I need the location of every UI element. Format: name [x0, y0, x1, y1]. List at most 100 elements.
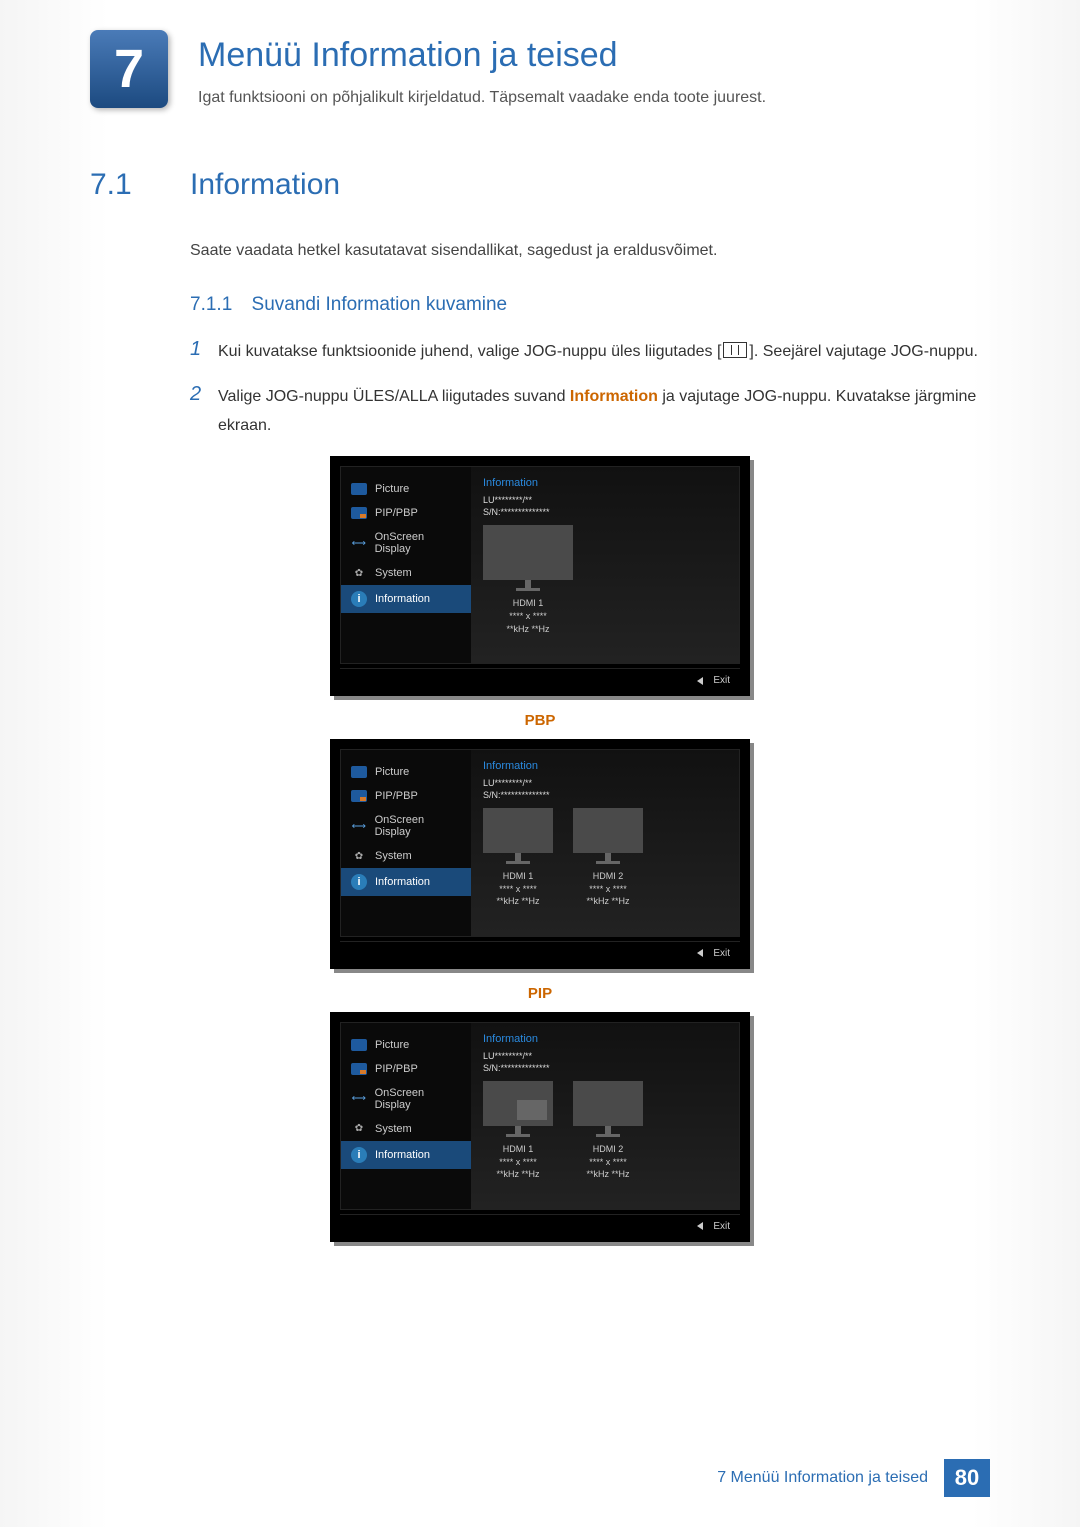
chapter-number-badge: 7 — [90, 30, 168, 108]
section-heading: 7.1 Information — [90, 168, 990, 202]
back-arrow-icon — [697, 1222, 703, 1230]
monitor-2-source: HDMI 2 — [586, 870, 629, 883]
pbp-label: PBP — [90, 712, 990, 729]
monitor-graphic — [573, 1081, 643, 1126]
sidebar-item-picture: Picture — [341, 760, 471, 784]
step-2: 2 Valige JOG-nuppu ÜLES/ALLA liigutades … — [190, 383, 990, 441]
monitor-base — [516, 588, 540, 591]
step-1-body: Kui kuvatakse funktsioonide juhend, vali… — [218, 338, 990, 367]
sidebar-item-pip: PIP/PBP — [341, 501, 471, 525]
osd-model: LU********/** — [483, 495, 727, 505]
step-2-number: 2 — [190, 383, 218, 441]
osd-sidebar: Picture PIP/PBP ⟷OnScreen Display ✿Syste… — [341, 467, 471, 663]
osd-serial: S/N:************** — [483, 790, 727, 800]
monitor-1: HDMI 1 **** x **** **kHz **Hz — [483, 1081, 553, 1181]
sidebar-item-picture: Picture — [341, 477, 471, 501]
chapter-title-group: Menüü Information ja teised Igat funktsi… — [198, 30, 766, 107]
step-1-text-b: ]. Seejärel vajutage JOG-nuppu. — [749, 343, 978, 360]
monitor-2-source: HDMI 2 — [586, 1143, 629, 1156]
pip-icon — [351, 790, 367, 802]
monitor-1-freq: **kHz **Hz — [496, 895, 539, 908]
osd-footer: Exit — [340, 668, 740, 686]
sidebar-label-information: Information — [375, 593, 430, 605]
sidebar-item-information: iInformation — [341, 585, 471, 613]
osd-screenshot-single: Picture PIP/PBP ⟷OnScreen Display ✿Syste… — [330, 456, 750, 696]
sidebar-item-information: iInformation — [341, 868, 471, 896]
sidebar-label-pip: PIP/PBP — [375, 507, 418, 519]
sidebar-item-picture: Picture — [341, 1033, 471, 1057]
step-2-text-a: Valige JOG-nuppu ÜLES/ALLA liigutades su… — [218, 388, 570, 405]
monitor-row: HDMI 1 **** x **** **kHz **Hz HDMI 2 ***… — [483, 1081, 727, 1181]
step-2-highlight: Information — [570, 388, 658, 405]
osd-model: LU********/** — [483, 1051, 727, 1061]
monitor-stand — [605, 853, 611, 861]
exit-label: Exit — [713, 948, 730, 959]
monitor-2-info: HDMI 2 **** x **** **kHz **Hz — [586, 870, 629, 908]
monitor-base — [506, 1134, 530, 1137]
gear-icon: ✿ — [351, 567, 367, 579]
sidebar-label-picture: Picture — [375, 1039, 409, 1051]
gear-icon: ✿ — [351, 850, 367, 862]
section-number: 7.1 — [90, 168, 190, 202]
info-icon: i — [351, 1147, 367, 1163]
exit-label: Exit — [713, 1221, 730, 1232]
monitor-base — [596, 861, 620, 864]
osd-body: Picture PIP/PBP ⟷OnScreen Display ✿Syste… — [340, 749, 740, 937]
page: 7 Menüü Information ja teised Igat funkt… — [0, 0, 1080, 1527]
sidebar-label-pip: PIP/PBP — [375, 1063, 418, 1075]
osd-footer: Exit — [340, 1214, 740, 1232]
osd-main-panel: Information LU********/** S/N:**********… — [471, 467, 739, 663]
osd-icon: ⟷ — [351, 1093, 367, 1105]
back-arrow-icon — [697, 677, 703, 685]
osd-panel-title: Information — [483, 760, 727, 772]
sidebar-item-onscreen: ⟷OnScreen Display — [341, 808, 471, 844]
monitor-stand — [605, 1126, 611, 1134]
osd-main-panel: Information LU********/** S/N:**********… — [471, 1023, 739, 1209]
osd-footer: Exit — [340, 941, 740, 959]
monitor-1-res: **** x **** — [506, 610, 549, 623]
sidebar-label-system: System — [375, 850, 412, 862]
exit-label: Exit — [713, 675, 730, 686]
monitor-2-res: **** x **** — [586, 1156, 629, 1169]
sidebar-item-information: i Information — [341, 1141, 471, 1169]
chapter-subtitle: Igat funktsiooni on põhjalikult kirjelda… — [198, 89, 766, 107]
osd-model: LU********/** — [483, 778, 727, 788]
monitor-base — [596, 1134, 620, 1137]
monitor-1-info: HDMI 1 **** x **** **kHz **Hz — [496, 1143, 539, 1181]
subsection-heading: 7.1.1 Suvandi Information kuvamine — [190, 294, 990, 316]
sidebar-label-system: System — [375, 1123, 412, 1135]
osd-sidebar: Picture PIP/PBP ⟷OnScreen Display ✿Syste… — [341, 750, 471, 936]
step-1-text-a: Kui kuvatakse funktsioonide juhend, vali… — [218, 343, 721, 360]
subsection-title: Suvandi Information kuvamine — [252, 294, 508, 315]
sidebar-item-onscreen: ⟷OnScreen Display — [341, 1081, 471, 1117]
monitor-graphic — [573, 808, 643, 853]
monitor-1-res: **** x **** — [496, 883, 539, 896]
monitor-stand — [515, 1126, 521, 1134]
sidebar-item-onscreen: ⟷OnScreen Display — [341, 525, 471, 561]
monitor-1-info: HDMI 1 **** x **** **kHz **Hz — [496, 870, 539, 908]
monitor-1: HDMI 1 **** x **** **kHz **Hz — [483, 525, 573, 635]
monitor-1-source: HDMI 1 — [496, 1143, 539, 1156]
steps-list: 1 Kui kuvatakse funktsioonide juhend, va… — [190, 338, 990, 440]
step-1: 1 Kui kuvatakse funktsioonide juhend, va… — [190, 338, 990, 367]
monitor-row: HDMI 1 **** x **** **kHz **Hz — [483, 525, 727, 635]
monitor-1: HDMI 1 **** x **** **kHz **Hz — [483, 808, 553, 908]
pip-inset — [517, 1100, 547, 1120]
pip-icon — [351, 1063, 367, 1075]
monitor-2-info: HDMI 2 **** x **** **kHz **Hz — [586, 1143, 629, 1181]
gear-icon: ✿ — [351, 1123, 367, 1135]
sidebar-label-information: Information — [375, 1149, 430, 1161]
osd-serial: S/N:************** — [483, 1063, 727, 1073]
monitor-2-freq: **kHz **Hz — [586, 895, 629, 908]
monitor-2-res: **** x **** — [586, 883, 629, 896]
picture-icon — [351, 766, 367, 778]
pip-label: PIP — [90, 985, 990, 1002]
sidebar-label-picture: Picture — [375, 483, 409, 495]
subsection-number: 7.1.1 — [190, 294, 232, 315]
monitor-1-res: **** x **** — [496, 1156, 539, 1169]
chapter-header: 7 Menüü Information ja teised Igat funkt… — [90, 30, 990, 108]
sidebar-item-pip: PIP/PBP — [341, 1057, 471, 1081]
section-title: Information — [190, 168, 340, 202]
page-footer: 7 Menüü Information ja teised 80 — [701, 1459, 990, 1497]
monitor-row: HDMI 1 **** x **** **kHz **Hz HDMI 2 ***… — [483, 808, 727, 908]
